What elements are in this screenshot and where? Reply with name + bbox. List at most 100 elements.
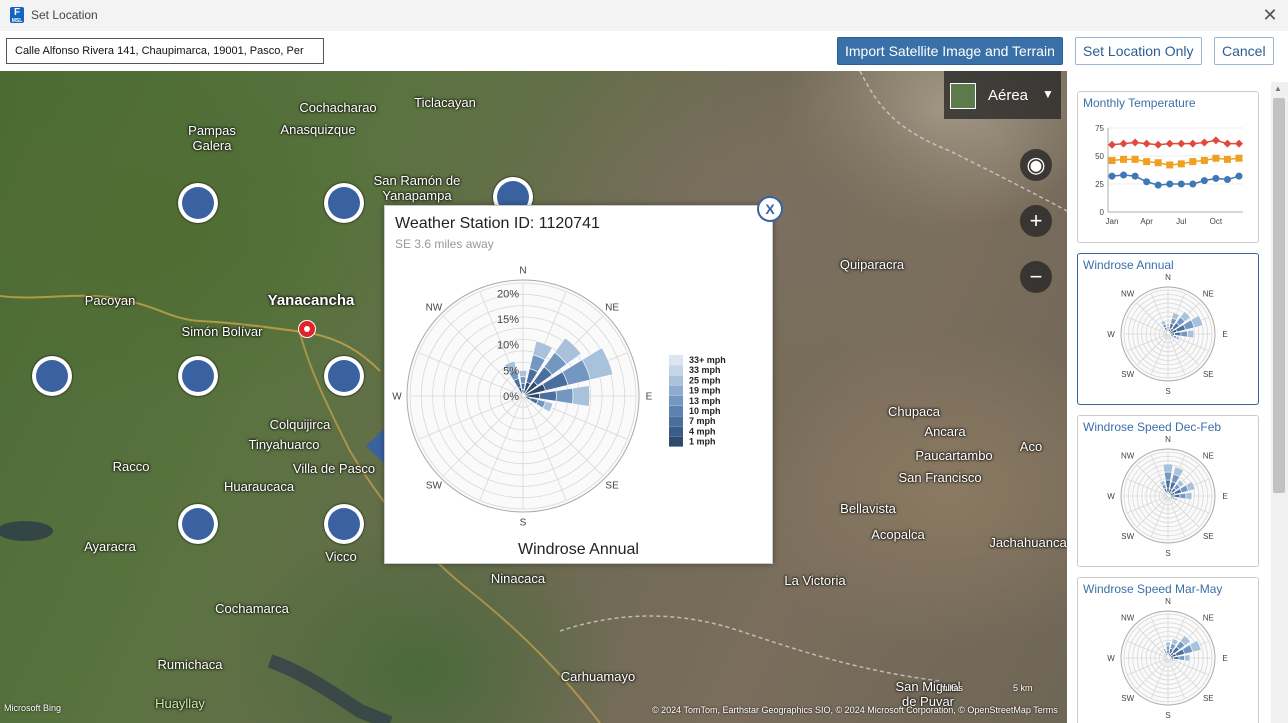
place-label: Aco [1019,439,1043,454]
title-bar: F MSL Set Location ✕ [0,0,1288,31]
place-label: Cochacharao [299,100,377,115]
location-pin-icon[interactable] [298,320,316,338]
legend-label: 25 mph [689,375,721,385]
rose-petal-segment [1183,654,1191,662]
rose-petal-segment [518,370,528,378]
scroll-up-icon[interactable]: ▲ [1274,84,1282,93]
temp-point [1212,154,1220,162]
rose-direction-label: S [1165,387,1170,396]
weather-station-icon[interactable] [324,356,364,396]
address-input[interactable]: Calle Alfonso Rivera 141, Chaupimarca, 1… [6,38,324,64]
temp-point [1223,176,1231,184]
temp-point [1119,139,1128,148]
rose-ring-label: 0% [503,391,519,403]
place-label: La Victoria [784,573,846,588]
temp-point [1120,171,1128,179]
place-label: San Francisco [898,470,982,485]
set-location-only-button[interactable]: Set Location Only [1075,37,1202,65]
legend-swatch [669,355,683,365]
temp-point [1223,139,1232,148]
place-label: Acopalca [871,527,925,542]
rose-petal-segment [555,387,574,405]
legend-label: 1 mph [689,437,716,447]
rose-direction-label: NE [1203,613,1214,622]
place-label: Jachahuanca [989,535,1067,550]
rose-petal-segment [1178,655,1185,661]
place-label: Carhuamayo [560,669,636,684]
weather-station-icon[interactable] [178,504,218,544]
cancel-button[interactable]: Cancel [1214,37,1274,65]
rose-direction-label: SW [1121,694,1134,703]
temp-point [1223,155,1231,163]
place-label: Pampas Galera [188,123,236,153]
import-satellite-button[interactable]: Import Satellite Image and Terrain [837,37,1063,65]
temp-point [1154,159,1162,167]
card-title: Windrose Annual [1083,258,1174,272]
map-view[interactable]: Cochacharao Ticlacayan Pampas Galera Ana… [0,71,1067,723]
popup-close-button[interactable]: X [757,196,783,222]
map-layer-selector[interactable]: Aérea ▼ [944,71,1061,119]
rose-direction-label: SE [1203,532,1214,541]
legend-swatch [669,416,683,427]
temp-x-tick: Apr [1140,217,1153,226]
weather-station-icon[interactable] [178,183,218,223]
rose-direction-label: E [1222,330,1227,339]
temp-point [1131,155,1139,163]
card-windrose-annual[interactable]: Windrose Annual N NE E SE S SW W NW [1077,253,1259,405]
map-copyright: © 2024 TomTom, Earthstar Geographics SIO… [652,705,1058,715]
zoom-out-icon[interactable]: − [1020,261,1052,293]
rose-petal-segment [1163,471,1173,481]
legend-label: 13 mph [689,396,721,406]
temp-series-line [1111,139,1239,146]
zoom-in-icon[interactable]: + [1020,205,1052,237]
locate-me-icon[interactable]: ◉ [1020,149,1052,181]
rose-direction-label: SE [605,481,619,492]
temp-point [1235,139,1243,148]
rose-direction-label: E [1222,654,1227,663]
temp-x-tick: Oct [1210,217,1223,226]
weather-station-icon[interactable] [324,504,364,544]
rose-petal-segment [1173,493,1181,499]
legend-label: 7 mph [689,416,716,426]
temp-point [1154,140,1163,149]
temp-point [1211,136,1220,145]
temp-point [1108,140,1116,149]
temp-point [1165,139,1174,148]
place-label: Vicco [325,549,357,564]
temp-point [1166,180,1174,188]
map-layer-label: Aérea [988,87,1029,104]
popup-pointer [366,429,384,463]
legend-swatch [669,436,683,447]
temp-point [1177,139,1186,148]
scrollbar-thumb[interactable] [1273,98,1285,493]
temp-point [1200,156,1208,164]
place-label: Quiparacra [839,257,905,272]
place-label: Anasquizque [280,122,356,137]
rose-direction-label: NE [605,302,619,313]
temp-point [1120,155,1128,163]
rose-direction-label: SW [1121,370,1134,379]
rose-petal-segment [1174,331,1182,337]
rose-petal-segment [1165,645,1171,651]
place-label: Ticlacayan [414,95,476,110]
rose-direction-label: S [520,518,527,529]
place-label: Villa de Pasco [292,461,376,476]
card-monthly-temperature[interactable]: Monthly Temperature 0 25 50 75 Jan Apr Jul Oct [1077,91,1259,243]
rose-direction-label: N [1165,436,1171,444]
card-windrose-dec-feb[interactable]: Windrose Speed Dec-Feb N NE E SE S SW W NW [1077,415,1259,567]
temp-series-line [1111,157,1240,166]
place-label: Simón Bolívar [181,324,263,339]
temp-point [1212,174,1220,182]
temp-y-tick: 75 [1095,124,1104,133]
rose-petal-segment [1179,492,1187,500]
app-icon: F MSL [10,7,24,24]
legend-swatch [669,426,683,437]
windrose-chart: N NE E SE S SW W NW 0% 5% 10% 15% 20% 33+ mph33 mph25… [392,266,725,529]
window-close-icon[interactable]: ✕ [1260,4,1280,26]
temp-point [1131,138,1140,147]
card-windrose-mar-may[interactable]: Windrose Speed Mar-May N NE E SE S SW W NW [1077,577,1259,723]
weather-station-icon[interactable] [178,356,218,396]
weather-station-icon[interactable] [32,356,72,396]
weather-station-icon[interactable] [324,183,364,223]
temp-point [1143,178,1151,186]
